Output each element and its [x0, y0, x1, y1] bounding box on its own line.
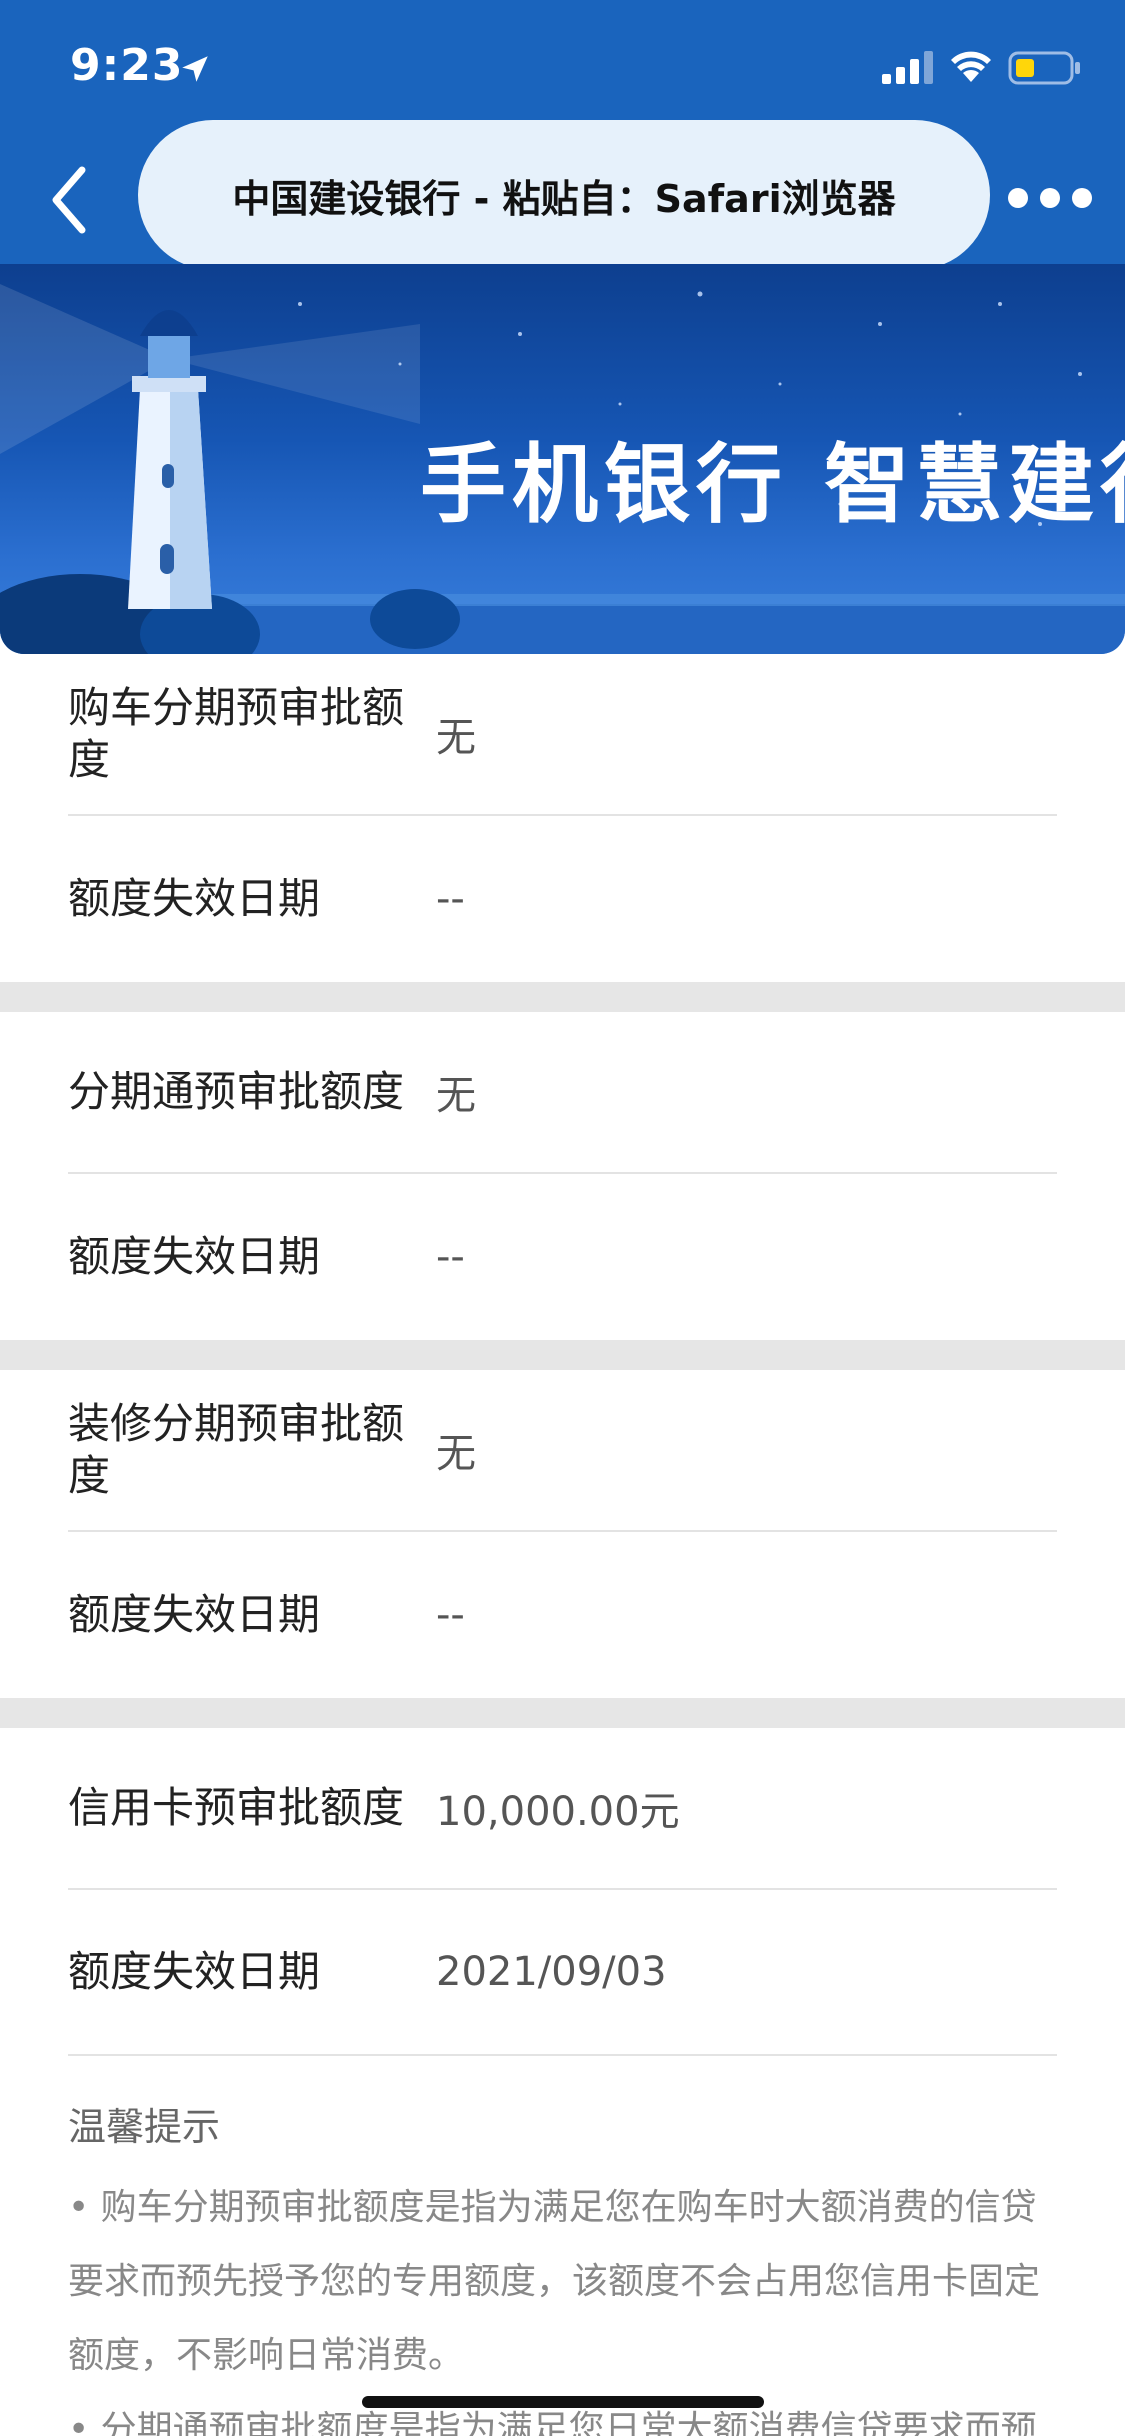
expire-row: 额度失效日期 --: [68, 816, 1057, 982]
promo-banner[interactable]: 手机银行 智慧建行: [0, 264, 1125, 654]
page-title: 中国建设银行 - 粘贴自：Safari浏览器: [232, 176, 896, 221]
limit-label: 信用卡预审批额度: [68, 1783, 405, 1832]
more-dots-icon: [1008, 188, 1028, 208]
limit-row: 信用卡预审批额度 10,000.00元: [68, 1728, 1057, 1890]
section-credit-card: 信用卡预审批额度 10,000.00元 额度失效日期 2021/09/03 温馨…: [0, 1728, 1125, 2436]
expire-label: 额度失效日期: [68, 1232, 321, 1281]
expire-value: --: [436, 1592, 465, 1638]
limit-label: 购车分期预审批额度: [68, 683, 405, 784]
expire-row: 额度失效日期 --: [68, 1532, 1057, 1698]
status-time: 9:23: [70, 40, 184, 91]
expire-value: 2021/09/03: [436, 1949, 667, 1995]
section-divider: [0, 982, 1125, 1012]
tips-text: • 购车分期预审批额度是指为满足您在购车时大额消费的信贷要求而预先授予您的专用额…: [68, 2187, 1041, 2376]
limit-value: 无: [436, 1431, 476, 1477]
signal-icon: [882, 51, 933, 84]
expire-row: 额度失效日期 --: [68, 1174, 1057, 1340]
more-dot: [1040, 188, 1060, 208]
home-indicator[interactable]: [362, 2396, 764, 2408]
section-divider: [0, 1698, 1125, 1728]
expire-value: --: [436, 1234, 465, 1280]
status-bar: 9:23: [0, 0, 1125, 130]
tips-title: 温馨提示: [68, 2105, 221, 2149]
banner-slogan: 手机银行 智慧建行: [420, 435, 1125, 535]
app-header: 9:23 中国建设银行 - 粘贴自：Safari浏览器: [0, 0, 1125, 270]
back-button[interactable]: [44, 160, 94, 240]
location-arrow-icon: [182, 56, 208, 82]
section-car-installment: 购车分期预审批额度 无 额度失效日期 --: [0, 654, 1125, 982]
limit-label: 分期通预审批额度: [68, 1067, 405, 1116]
credit-limit-list: 购车分期预审批额度 无 额度失效日期 -- 分期通预审批额度 无 额度失效日期 …: [0, 654, 1125, 2436]
title-pill[interactable]: 中国建设银行 - 粘贴自：Safari浏览器: [138, 120, 990, 270]
expire-value: --: [436, 876, 465, 922]
limit-label: 装修分期预审批额度: [68, 1399, 405, 1500]
limit-value: 无: [436, 715, 476, 761]
more-dot: [1072, 188, 1092, 208]
expire-label: 额度失效日期: [68, 1590, 321, 1639]
wifi-icon: [951, 51, 991, 82]
expire-label: 额度失效日期: [68, 874, 321, 923]
limit-value: 10,000.00元: [436, 1789, 680, 1835]
limit-value: 无: [436, 1073, 476, 1119]
section-divider: [0, 1340, 1125, 1370]
battery-icon: [1008, 51, 1080, 85]
section-installment-pass: 分期通预审批额度 无 额度失效日期 --: [0, 1012, 1125, 1340]
limit-row: 购车分期预审批额度 无: [68, 654, 1057, 816]
section-renovation-installment: 装修分期预审批额度 无 额度失效日期 --: [0, 1370, 1125, 1698]
expire-label: 额度失效日期: [68, 1947, 321, 1996]
more-button[interactable]: [990, 178, 1110, 218]
limit-row: 分期通预审批额度 无: [68, 1012, 1057, 1174]
limit-row: 装修分期预审批额度 无: [68, 1370, 1057, 1532]
expire-row: 额度失效日期 2021/09/03: [68, 1890, 1057, 2056]
